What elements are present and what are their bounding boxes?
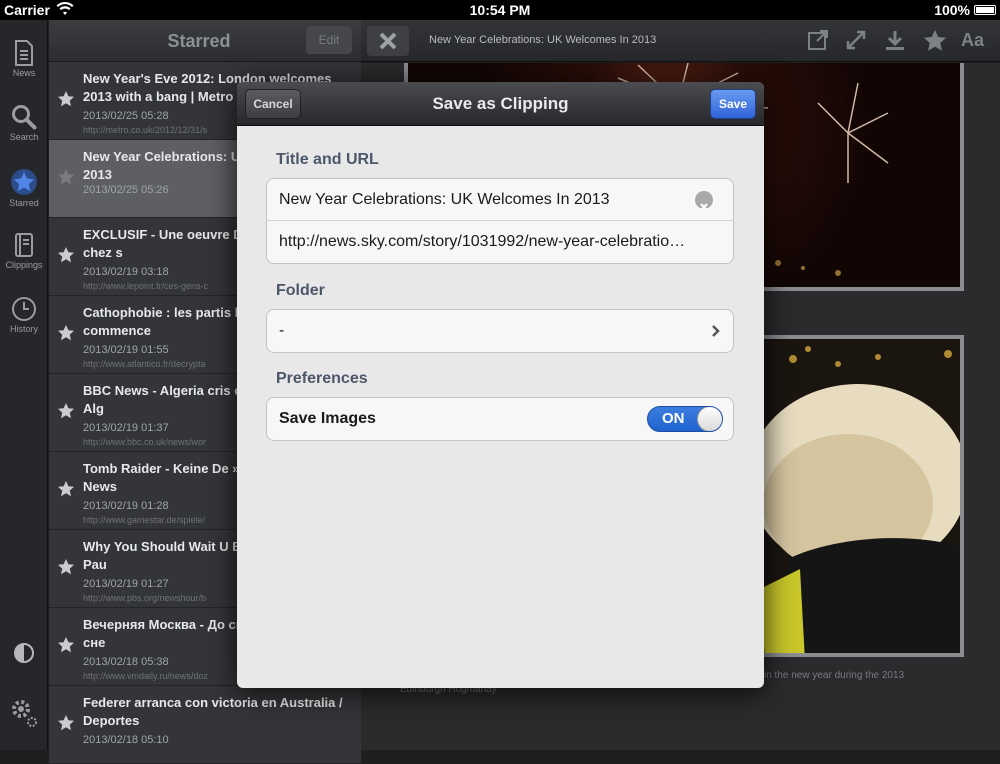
toggle-knob (697, 407, 722, 431)
clock-icon (12, 297, 36, 321)
star-icon[interactable] (57, 714, 75, 732)
title-field[interactable]: New Year Celebrations: UK Welcomes In 20… (267, 179, 733, 221)
contrast-icon (14, 643, 34, 663)
book-icon (15, 233, 33, 257)
section-preferences: Preferences (276, 370, 368, 387)
nav-clippings[interactable]: Clippings (0, 232, 48, 270)
save-images-label: Save Images (279, 410, 376, 427)
battery-percent: 100% (934, 2, 970, 18)
share-icon[interactable] (807, 29, 829, 51)
section-folder: Folder (276, 282, 325, 299)
nav-news[interactable]: News (0, 40, 48, 78)
caption-right: in the new year during the 2013 (764, 670, 905, 681)
nav-search[interactable]: Search (0, 104, 48, 142)
brightness-button[interactable] (0, 642, 48, 666)
save-images-row: Save Images ON (267, 398, 733, 440)
star-icon[interactable] (57, 168, 75, 186)
nav-starred[interactable]: Starred (0, 168, 48, 208)
save-images-toggle[interactable]: ON (647, 406, 723, 432)
title-value: New Year Celebrations: UK Welcomes In 20… (279, 191, 610, 208)
clear-icon[interactable] (695, 191, 713, 211)
item-date: 2013/02/19 01:27 (83, 578, 169, 590)
item-date: 2013/02/19 01:28 (83, 500, 169, 512)
star-icon[interactable] (57, 480, 75, 498)
gear-icon (12, 700, 37, 727)
save-button[interactable]: Save (710, 89, 756, 119)
fullscreen-icon[interactable] (845, 29, 867, 51)
nav-label: Starred (9, 198, 39, 208)
document-icon (15, 40, 33, 66)
nav-label: News (12, 68, 36, 78)
star-toolbar-icon[interactable] (923, 29, 947, 53)
nav-label: History (9, 324, 38, 334)
list-header: Starred Edit (49, 20, 361, 62)
edit-button[interactable]: Edit (306, 26, 352, 54)
item-date: 2013/02/19 01:55 (83, 344, 169, 356)
clock-time: 10:54 PM (469, 2, 531, 18)
star-icon[interactable] (57, 246, 75, 264)
item-date: 2013/02/19 01:37 (83, 422, 169, 434)
article-title: New Year Celebrations: UK Welcomes In 20… (429, 34, 657, 46)
section-title-url: Title and URL (276, 151, 379, 168)
chevron-right-icon (712, 325, 720, 337)
list-item[interactable]: Federer arranca con victoria en Australi… (49, 686, 361, 764)
star-icon (11, 169, 37, 195)
left-nav: News Search Starred Clippings History (0, 20, 48, 750)
modal-title: Save as Clipping (432, 94, 569, 113)
item-title: Federer arranca con victoria en Australi… (83, 695, 343, 728)
star-icon[interactable] (57, 636, 75, 654)
list-title: Starred (167, 31, 231, 51)
item-date: 2013/02/25 05:28 (83, 110, 169, 122)
item-date: 2013/02/18 05:38 (83, 656, 169, 668)
folder-value: - (279, 322, 285, 339)
toggle-on-label: ON (662, 410, 685, 427)
item-date: 2013/02/18 05:10 (83, 734, 169, 746)
star-icon[interactable] (57, 90, 75, 108)
preferences-group: Save Images ON (266, 397, 734, 441)
nav-history[interactable]: History (0, 296, 48, 334)
star-icon[interactable] (57, 558, 75, 576)
nav-label: Clippings (5, 260, 43, 270)
star-icon[interactable] (57, 324, 75, 342)
battery-icon (974, 5, 996, 15)
close-button[interactable] (367, 26, 409, 56)
close-icon (379, 32, 397, 50)
folder-selector[interactable]: - (267, 310, 733, 352)
folder-group: - (266, 309, 734, 353)
search-icon (12, 105, 37, 130)
font-size-button[interactable]: Aa (961, 30, 984, 51)
save-clipping-modal: Cancel Save as Clipping Save Title and U… (237, 82, 764, 688)
item-date: 2013/02/19 03:18 (83, 266, 169, 278)
url-field[interactable]: http://news.sky.com/story/1031992/new-ye… (267, 221, 733, 263)
modal-header: Cancel Save as Clipping Save (237, 82, 764, 126)
star-icon[interactable] (57, 402, 75, 420)
settings-button[interactable] (0, 696, 48, 730)
status-bar: Carrier 10:54 PM 100% (0, 0, 1000, 20)
download-icon[interactable] (884, 29, 906, 51)
article-toolbar: New Year Celebrations: UK Welcomes In 20… (361, 20, 1000, 62)
url-value: http://news.sky.com/story/1031992/new-ye… (279, 233, 686, 250)
item-date: 2013/02/25 05:26 (83, 184, 169, 196)
nav-label: Search (9, 132, 39, 142)
title-url-group: New Year Celebrations: UK Welcomes In 20… (266, 178, 734, 264)
